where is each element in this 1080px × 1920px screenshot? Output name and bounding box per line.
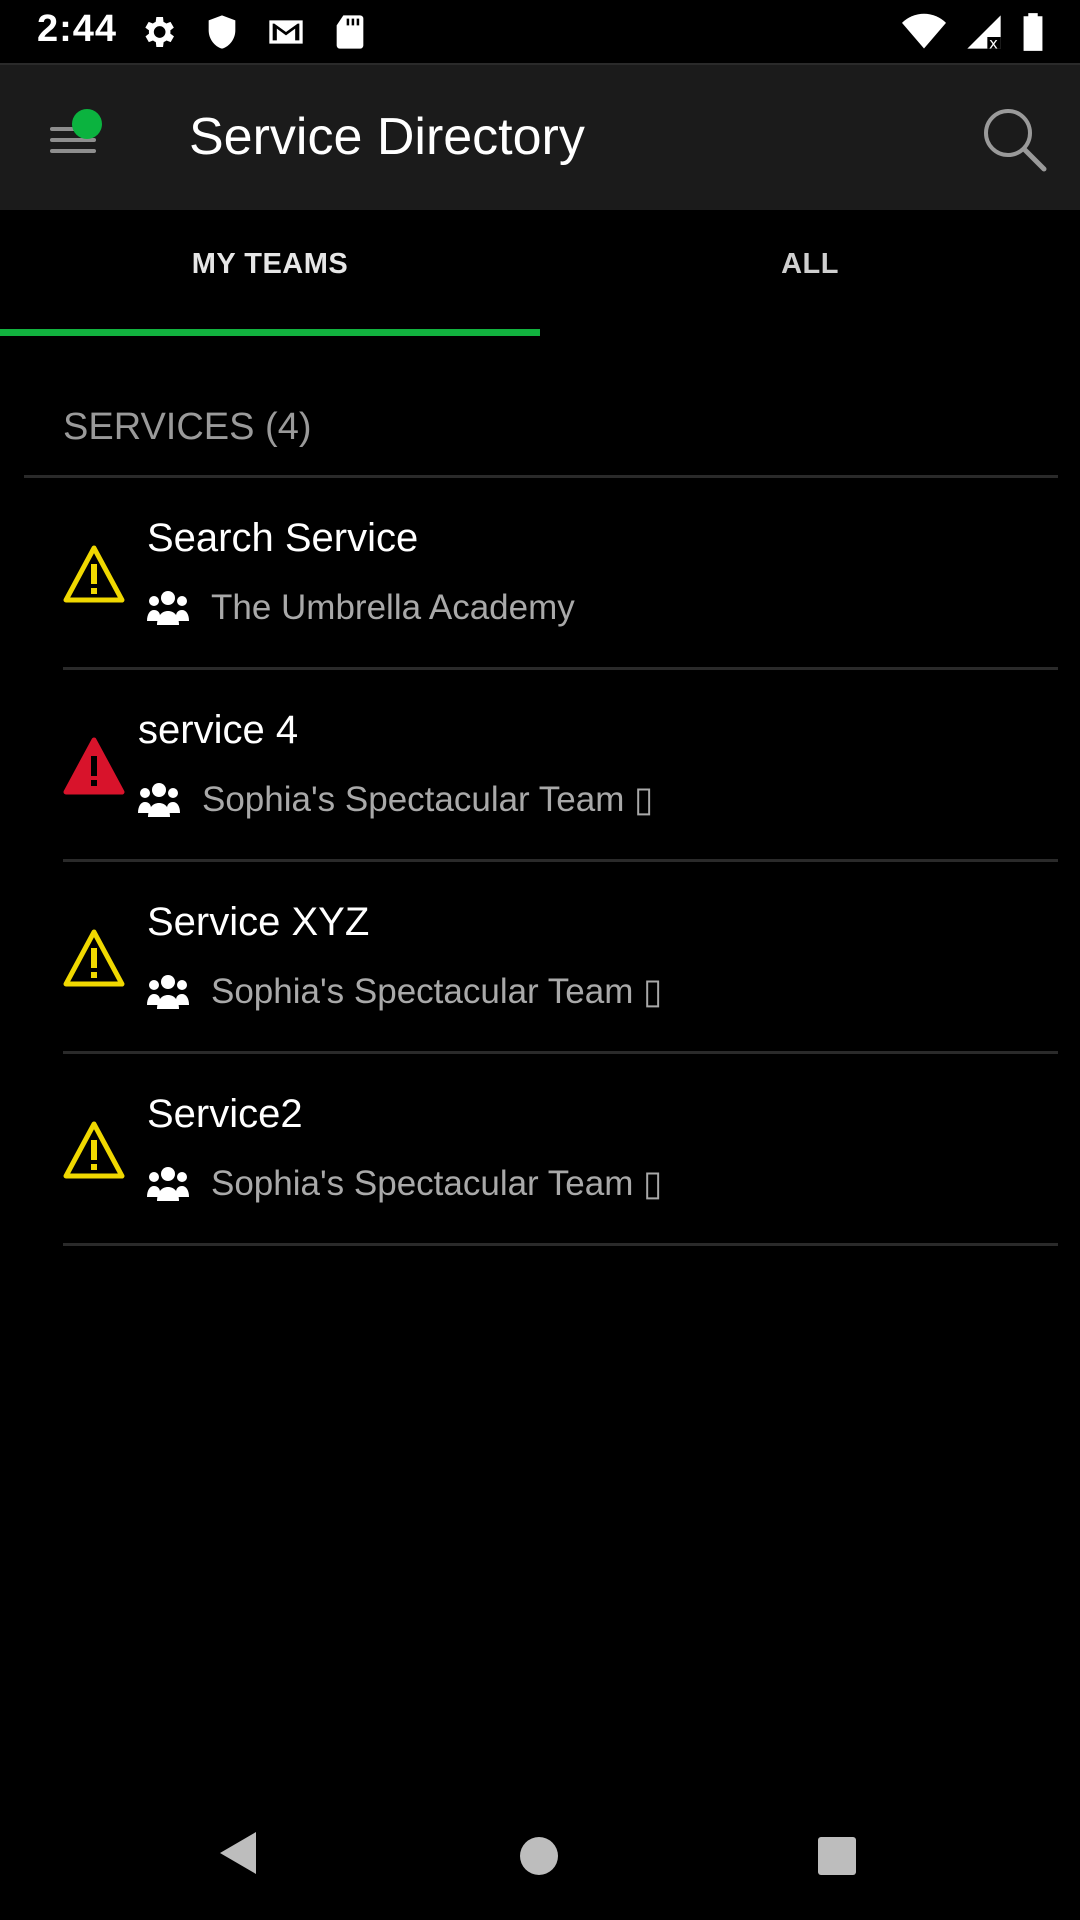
system-nav-bar [0,1800,1080,1920]
team-name: Sophia's Spectacular Team ▯ [211,972,663,1011]
tab-label: ALL [781,247,839,280]
service-row[interactable]: Search Service The Umbrella Academy [0,478,1080,670]
tab-all[interactable]: ALL [540,210,1080,336]
sd-card-icon [336,15,364,49]
service-name: Service2 [147,1092,303,1136]
hamburger-line [50,149,96,153]
wifi-icon [902,13,946,49]
team-icon [147,591,189,625]
team-row: Sophia's Spectacular Team ▯ [147,972,662,1012]
service-row[interactable]: Service2 Sophia's Spectacular Team ▯ [0,1054,1080,1246]
team-row: The Umbrella Academy [147,588,575,628]
status-time: 2:44 [37,8,118,50]
cellular-no-data-icon: x [967,15,1001,52]
team-row: Sophia's Spectacular Team ▯ [147,1164,662,1204]
service-name: Service XYZ [147,900,370,944]
status-right-icons: x [902,12,1044,52]
warning-icon [63,1121,125,1179]
battery-icon [1023,13,1043,51]
team-name: The Umbrella Academy [211,588,575,627]
warning-icon [63,545,125,603]
team-icon [147,1167,189,1201]
service-name: service 4 [138,708,299,752]
menu-button[interactable] [42,109,112,169]
team-row: Sophia's Spectacular Team ▯ [138,780,653,820]
team-icon [138,783,180,817]
gear-icon [145,17,174,47]
warning-icon [63,929,125,987]
gmail-icon [269,20,303,44]
tab-indicator [0,329,540,336]
recent-apps-icon[interactable] [818,1837,856,1875]
search-icon[interactable] [980,105,1050,175]
screen: 2:44 x Service Directory MY TEAMS ALL SE… [0,0,1080,1920]
app-bar: Service Directory [0,63,1080,210]
status-left-icons [138,12,370,52]
team-name: Sophia's Spectacular Team ▯ [202,780,654,819]
service-row[interactable]: service 4 Sophia's Spectacular Team ▯ [0,670,1080,862]
status-bar: 2:44 x [0,0,1080,63]
status-dot [72,109,102,139]
row-divider [63,1243,1058,1246]
tab-my-teams[interactable]: MY TEAMS [0,210,540,336]
critical-alert-icon [63,737,125,795]
home-icon[interactable] [520,1837,558,1875]
team-name: Sophia's Spectacular Team ▯ [211,1164,663,1203]
section-header: SERVICES (4) [63,406,312,448]
shield-icon [208,15,236,49]
tab-label: MY TEAMS [191,247,349,280]
team-icon [147,975,189,1009]
page-title: Service Directory [189,108,585,166]
service-name: Search Service [147,516,419,560]
service-list: Search Service The Umbrella Academy serv… [0,478,1080,1246]
service-row[interactable]: Service XYZ Sophia's Spectacular Team ▯ [0,862,1080,1054]
back-icon[interactable] [218,1830,258,1876]
tab-bar: MY TEAMS ALL [0,210,1080,336]
svg-text:x: x [989,35,998,52]
